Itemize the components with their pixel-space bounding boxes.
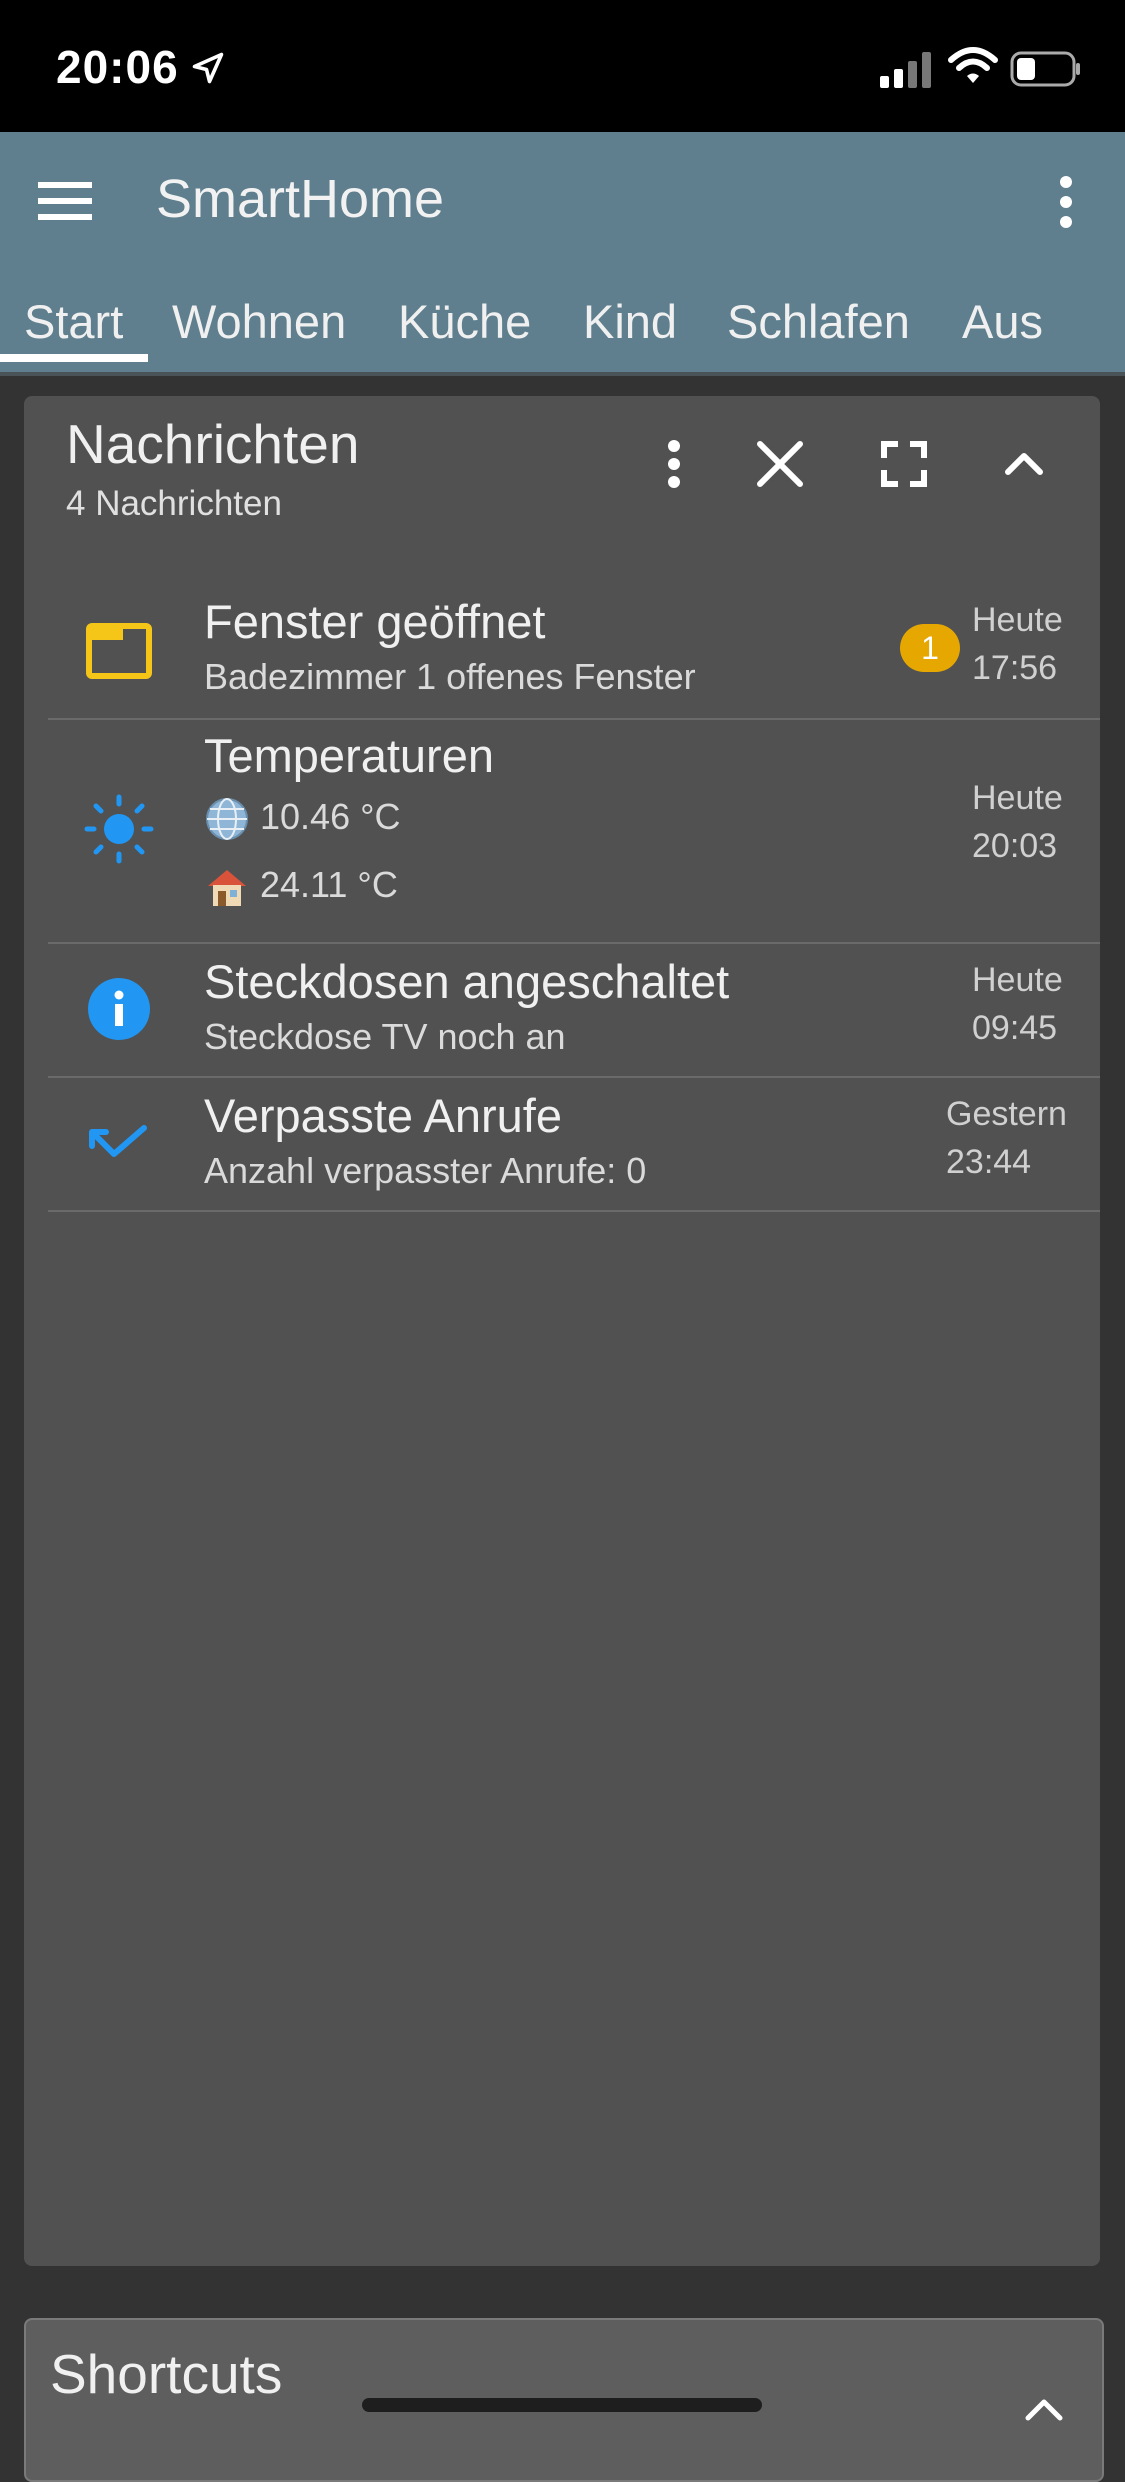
message-clock: 09:45 <box>972 1009 1058 1047</box>
indoor-temperature: 24.11 °C <box>204 864 398 910</box>
fullscreen-icon[interactable] <box>872 432 936 496</box>
list-item[interactable]: Steckdosen angeschaltet Steckdose TV noc… <box>48 942 1100 1078</box>
tab-aus[interactable]: Aus <box>962 272 1043 372</box>
tab-schlafen[interactable]: Schlafen <box>727 272 910 372</box>
message-day: Heute <box>972 961 1063 999</box>
tab-bar: Start Wohnen Küche Kind Schlafen Aus <box>0 272 1125 372</box>
hamburger-menu-icon[interactable] <box>36 172 96 232</box>
notifications-card: Nachrichten 4 Nachrichten Fenster geöffn… <box>24 396 1100 2266</box>
list-item[interactable]: Fenster geöffnet Badezimmer 1 offenes Fe… <box>48 582 1100 720</box>
message-clock: 17:56 <box>972 649 1058 687</box>
missed-call-icon <box>89 1125 147 1157</box>
message-clock: 20:03 <box>972 827 1058 865</box>
status-time: 20:06 <box>56 41 179 93</box>
wifi-icon <box>948 47 998 83</box>
message-clock: 23:44 <box>946 1143 1032 1181</box>
info-icon <box>88 978 150 1040</box>
message-title: Steckdosen angeschaltet <box>204 955 730 1008</box>
tab-kueche[interactable]: Küche <box>398 272 531 372</box>
active-tab-indicator <box>0 354 148 362</box>
message-day: Gestern <box>946 1095 1067 1133</box>
card-subtitle: 4 Nachrichten <box>66 484 282 523</box>
window-icon <box>86 623 152 679</box>
battery-icon <box>1010 51 1080 87</box>
message-title: Temperaturen <box>204 729 494 782</box>
message-text: Anzahl verpasster Anrufe: 0 <box>204 1150 647 1191</box>
count-badge: 1 <box>900 624 960 672</box>
message-title: Fenster geöffnet <box>204 595 546 648</box>
message-time: Heute 17:56 <box>972 596 1063 692</box>
message-text: Badezimmer 1 offenes Fenster <box>204 656 696 697</box>
card-more-icon[interactable] <box>642 432 706 496</box>
message-time: Heute 20:03 <box>972 774 1063 870</box>
outdoor-temperature: 10.46 °C <box>204 796 400 842</box>
message-day: Heute <box>972 601 1063 639</box>
message-time: Gestern 23:44 <box>946 1090 1067 1186</box>
tab-kind[interactable]: Kind <box>583 272 677 372</box>
close-icon[interactable] <box>748 432 812 496</box>
tab-wohnen[interactable]: Wohnen <box>172 272 346 372</box>
list-item[interactable]: Temperaturen 10.46 °C 24.11 °C Heute 20:… <box>48 718 1100 944</box>
house-icon <box>208 870 246 907</box>
divider <box>0 372 1125 376</box>
indoor-temp-value: 24.11 °C <box>260 864 398 905</box>
card-title: Nachrichten <box>66 413 360 475</box>
list-item[interactable]: Verpasste Anrufe Anzahl verpasster Anruf… <box>48 1076 1100 1212</box>
collapse-icon[interactable] <box>1014 2380 1074 2440</box>
message-text: Steckdose TV noch an <box>204 1016 566 1057</box>
sun-icon <box>84 794 154 864</box>
location-arrow-icon <box>192 52 224 84</box>
message-time: Heute 09:45 <box>972 956 1063 1052</box>
outdoor-temp-value: 10.46 °C <box>260 796 401 837</box>
app-title: SmartHome <box>156 169 445 229</box>
status-bar: 20:06 <box>0 0 1125 132</box>
globe-icon <box>206 798 248 841</box>
message-title: Verpasste Anrufe <box>204 1089 562 1142</box>
home-indicator[interactable] <box>362 2398 762 2412</box>
message-day: Heute <box>972 779 1063 817</box>
app-bar: SmartHome Start Wohnen Küche Kind Schlaf… <box>0 132 1125 372</box>
more-vert-icon[interactable] <box>1050 162 1082 242</box>
cellular-signal-icon <box>880 52 931 88</box>
collapse-icon[interactable] <box>992 432 1056 496</box>
card-title: Shortcuts <box>50 2343 283 2405</box>
